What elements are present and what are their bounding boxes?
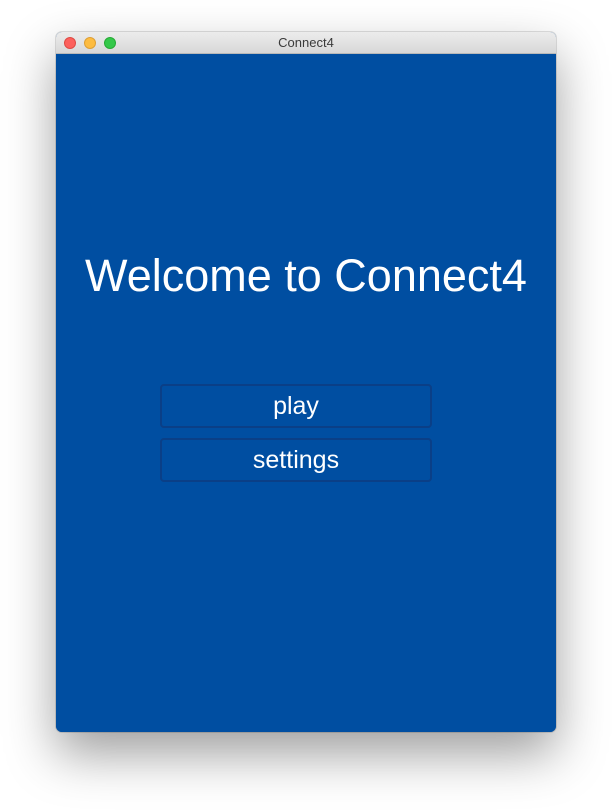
settings-button[interactable]: settings bbox=[160, 438, 432, 482]
welcome-heading: Welcome to Connect4 bbox=[85, 250, 527, 301]
title-bar[interactable]: Connect4 bbox=[56, 32, 556, 54]
main-content: Welcome to Connect4 play settings bbox=[56, 54, 556, 732]
window-title: Connect4 bbox=[278, 35, 334, 50]
play-button[interactable]: play bbox=[160, 384, 432, 428]
app-window: Connect4 Welcome to Connect4 play settin… bbox=[56, 32, 556, 732]
